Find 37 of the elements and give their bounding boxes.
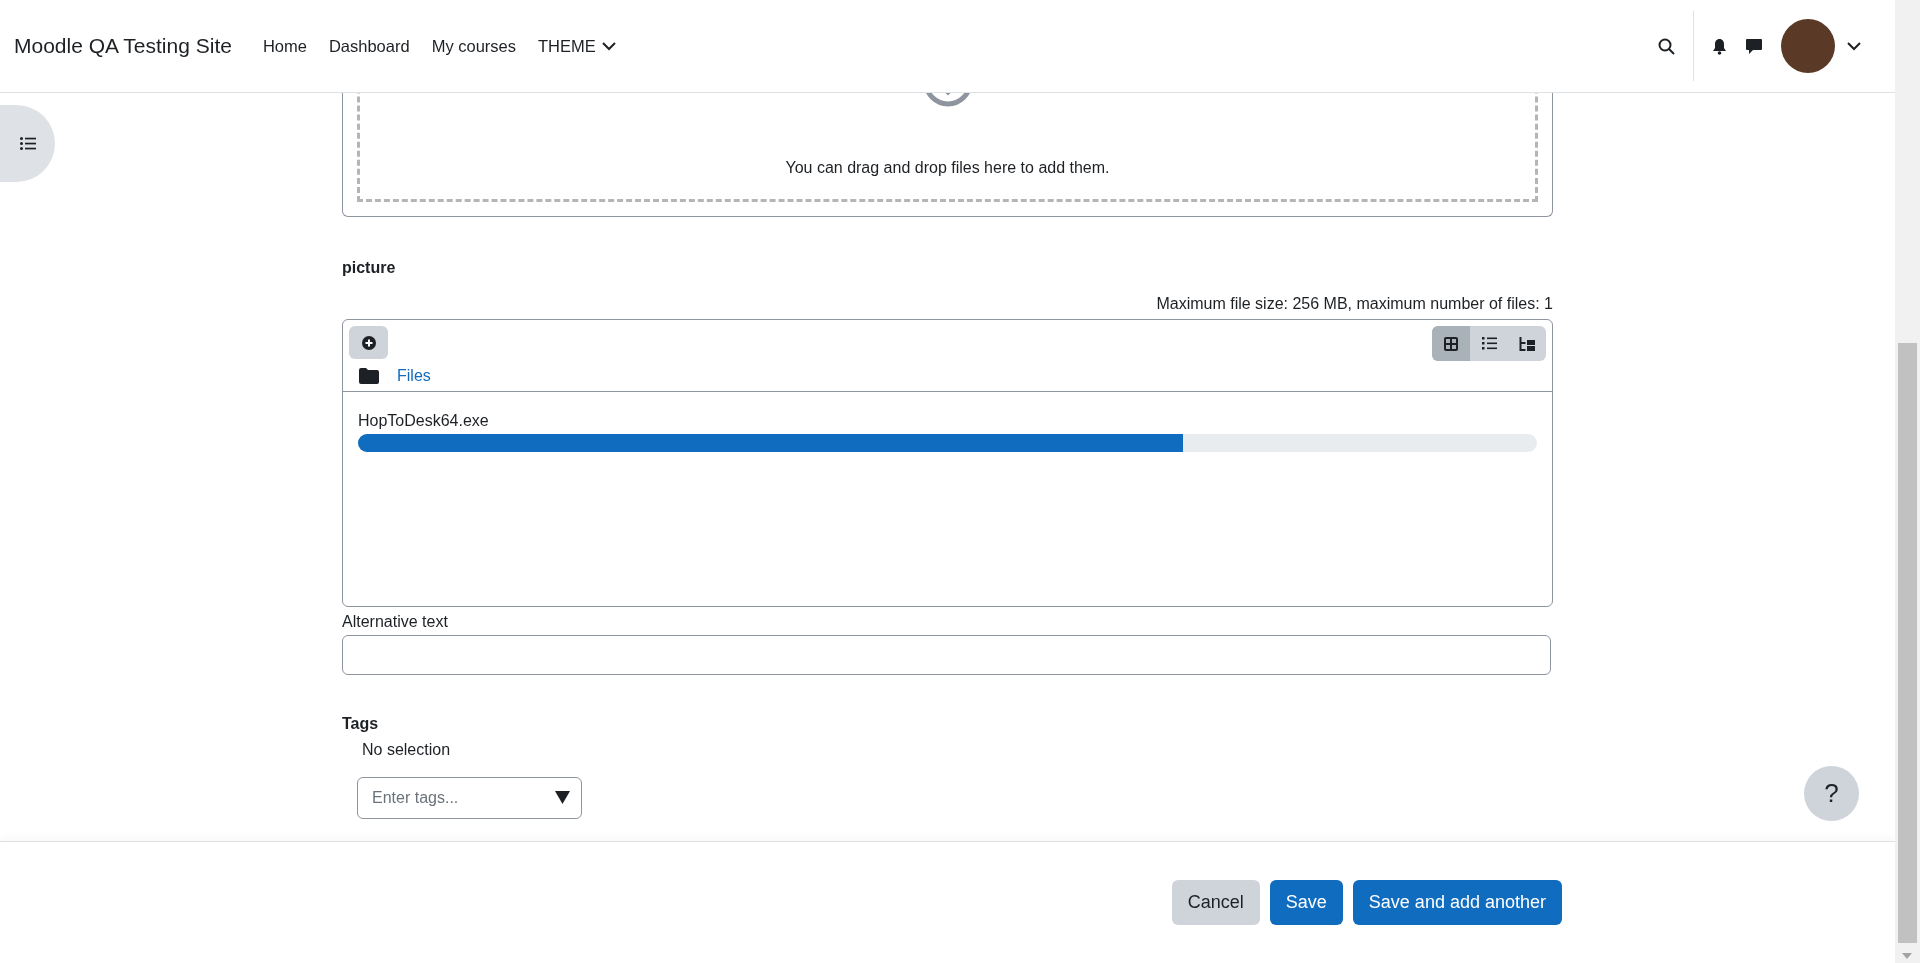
drawer-toggle-button[interactable]: [0, 105, 55, 182]
site-name[interactable]: Moodle QA Testing Site: [14, 34, 232, 58]
cancel-button[interactable]: Cancel: [1171, 880, 1260, 925]
list-icon: [19, 137, 36, 150]
plus-circle-icon: [361, 335, 376, 350]
file-limits-text: Maximum file size: 256 MB, maximum number of files: 1: [1155, 295, 1553, 313]
folder-icon: [359, 368, 379, 384]
file-dropzone[interactable]: You can drag and drop files here to add them.: [342, 93, 1553, 217]
chevron-down-icon: [601, 41, 616, 51]
save-button[interactable]: Save: [1269, 880, 1343, 925]
tags-input[interactable]: Enter tags...: [357, 777, 582, 819]
bell-icon[interactable]: [1712, 37, 1727, 55]
tags-selection-text: No selection: [362, 741, 452, 759]
grid-icon: [1444, 336, 1458, 351]
dropdown-triangle-icon: [555, 791, 570, 804]
scrollbar[interactable]: [1895, 0, 1920, 963]
user-avatar[interactable]: [1781, 19, 1835, 73]
save-button[interactable]: Save and add another: [1352, 880, 1562, 925]
nav-link[interactable]: Home: [253, 28, 316, 64]
field-label: picture: [342, 259, 397, 277]
dropzone-message: You can drag and drop files here to add them.: [785, 159, 1110, 177]
nav-link[interactable]: Dashboard: [319, 28, 419, 64]
search-icon[interactable]: [1658, 37, 1675, 55]
alt-text-input[interactable]: [342, 635, 1551, 675]
view-toggle-button[interactable]: [1432, 326, 1470, 361]
files-path-link[interactable]: Files: [397, 367, 431, 385]
field-label: Tags: [342, 715, 380, 733]
add-file-button[interactable]: [349, 326, 388, 359]
chat-icon[interactable]: [1745, 37, 1763, 55]
nav-link[interactable]: THEME: [529, 28, 625, 64]
help-button[interactable]: ?: [1804, 766, 1859, 821]
field-label: Alternative text: [342, 613, 449, 631]
file-name: HopToDesk64.exe: [358, 412, 490, 430]
list-icon: [1481, 337, 1497, 350]
tree-icon: [1519, 336, 1535, 351]
nav-link[interactable]: My courses: [422, 28, 525, 64]
chevron-down-icon[interactable]: [1847, 41, 1861, 51]
